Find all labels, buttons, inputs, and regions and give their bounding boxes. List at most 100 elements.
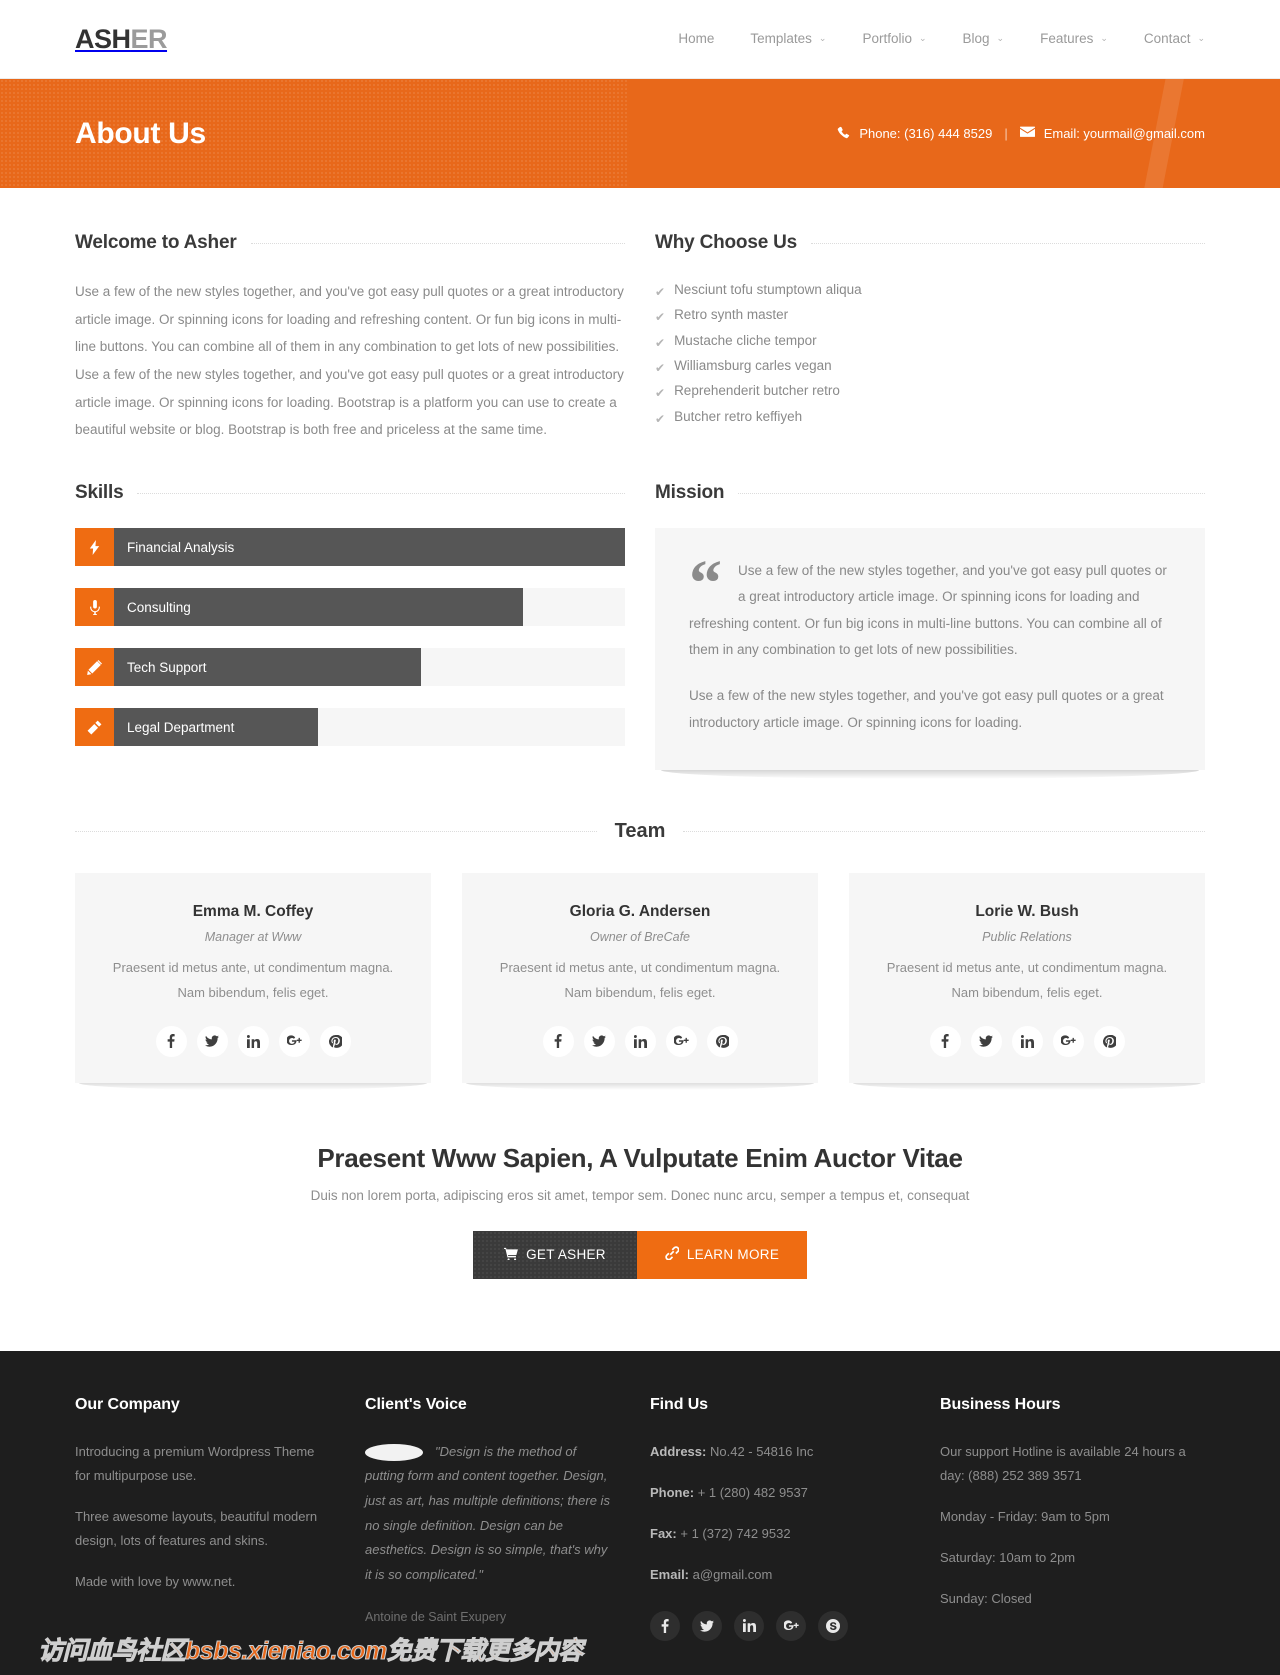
site-footer: Our Company Introducing a premium Wordpr… xyxy=(0,1350,1280,1675)
skill-label: Financial Analysis xyxy=(127,539,235,555)
email-label: Email: xyxy=(650,1566,690,1582)
welcome-body: Use a few of the new styles together, an… xyxy=(75,284,624,438)
nav-label: Home xyxy=(678,31,715,47)
why-choose-us-section: Why Choose Us ✔︎ Nesciunt tofu stumptown … xyxy=(655,232,1205,444)
cta-subtext: Duis non lorem porta, adipiscing eros si… xyxy=(310,1187,970,1203)
why-list: ✔︎ Nesciunt tofu stumptown aliqua ✔︎ Retro… xyxy=(655,278,1205,430)
mission-section: Mission “ Use a few of the new styles to… xyxy=(655,482,1205,779)
list-item: ✔︎ Retro synth master xyxy=(655,303,1205,328)
team-members: Emma M. Coffey Manager at Www Praesent i… xyxy=(75,872,1205,1090)
nav-label: Portfolio xyxy=(862,31,912,47)
pinterest-icon[interactable] xyxy=(1093,1025,1125,1057)
cta-buttons: GET ASHER LEARN MORE xyxy=(75,1230,1205,1279)
heading-rule xyxy=(250,242,625,244)
skill-track: Consulting xyxy=(114,588,625,627)
skill-label: Legal Department xyxy=(127,719,235,735)
footer-saturday-hours: Saturday: 10am to 2pm xyxy=(940,1549,1076,1565)
footer-phone: Phone: + 1 (280) 482 9537 xyxy=(650,1481,900,1505)
footer-voice-title: Client's Voice xyxy=(365,1395,467,1413)
twitter-icon[interactable] xyxy=(970,1025,1002,1057)
chevron-down-icon: ⌄ xyxy=(818,32,827,43)
skill-bar: Tech Support xyxy=(75,648,625,687)
twitter-icon[interactable] xyxy=(196,1025,228,1057)
check-circle-icon: ✔︎ xyxy=(655,335,666,350)
member-name: Lorie W. Bush xyxy=(975,902,1079,920)
mission-heading-text: Mission xyxy=(655,482,725,504)
twitter-icon[interactable] xyxy=(583,1025,615,1057)
team-section: Team Emma M. Coffey Manager at Www Praes… xyxy=(75,820,1206,1090)
footer-hours-title: Business Hours xyxy=(940,1395,1061,1413)
footer-company-title: Our Company xyxy=(75,1395,180,1413)
twitter-icon[interactable] xyxy=(692,1610,722,1641)
footer-column-business-hours: Business Hours Our support Hotline is av… xyxy=(940,1396,1205,1648)
linkedin-icon[interactable] xyxy=(1011,1025,1043,1057)
nav-item-home[interactable]: Home xyxy=(660,32,732,46)
get-asher-button[interactable]: GET ASHER xyxy=(473,1230,637,1279)
learn-more-label: LEARN MORE xyxy=(686,1247,780,1263)
nav-item-portfolio[interactable]: Portfolio ⌄ xyxy=(844,32,944,46)
list-item: ✔︎ Reprehenderit butcher retro xyxy=(655,379,1205,404)
list-item: ✔︎ Williamsburg carles vegan xyxy=(655,354,1205,379)
team-member-card: Emma M. Coffey Manager at Www Praesent i… xyxy=(75,872,431,1090)
member-role: Manager at Www xyxy=(204,929,302,944)
learn-more-button[interactable]: LEARN MORE xyxy=(637,1230,807,1279)
linkedin-icon[interactable] xyxy=(624,1025,656,1057)
heading-rule xyxy=(137,492,625,494)
footer-company-p1: Introducing a premium Wordpress Theme fo… xyxy=(75,1443,315,1483)
skills-section: Skills Financial Analysis Consulting Tec… xyxy=(75,482,625,770)
list-item: ✔︎ Mustache cliche tempor xyxy=(655,329,1205,354)
facebook-icon[interactable] xyxy=(542,1025,574,1057)
footer-address: Address: No.42 - 54816 Inc xyxy=(650,1440,900,1464)
facebook-icon[interactable] xyxy=(155,1025,187,1057)
nav-item-features[interactable]: Features ⌄ xyxy=(1022,32,1126,46)
list-item-label: Butcher retro keffiyeh xyxy=(674,408,803,424)
address-label: Address: xyxy=(650,1443,707,1459)
facebook-icon[interactable] xyxy=(929,1025,961,1057)
site-logo[interactable]: ASHER xyxy=(75,23,168,55)
logo-text-dark: ASH xyxy=(75,23,131,54)
nav-item-templates[interactable]: Templates ⌄ xyxy=(732,32,844,46)
skill-bar: Financial Analysis xyxy=(75,528,625,567)
googleplus-icon[interactable] xyxy=(665,1025,697,1057)
fax-value: + 1 (372) 742 9532 xyxy=(680,1525,791,1541)
googleplus-icon[interactable] xyxy=(278,1025,310,1057)
skill-track: Tech Support xyxy=(114,648,625,687)
pinterest-icon[interactable] xyxy=(319,1025,351,1057)
nav-item-contact[interactable]: Contact ⌄ xyxy=(1126,32,1205,46)
phone-icon xyxy=(837,126,850,142)
welcome-heading: Welcome to Asher xyxy=(75,232,625,254)
banner-separator: | xyxy=(1004,126,1008,141)
quote-icon: “ xyxy=(689,547,722,621)
googleplus-icon[interactable] xyxy=(1052,1025,1084,1057)
facebook-icon[interactable] xyxy=(650,1610,680,1641)
skype-icon[interactable] xyxy=(818,1610,848,1641)
nav-item-blog[interactable]: Blog ⌄ xyxy=(945,32,1023,46)
member-role: Public Relations xyxy=(982,929,1072,944)
page-title: About Us xyxy=(75,116,206,150)
mission-quote-box: “ Use a few of the new styles together, … xyxy=(655,528,1205,779)
footer-column-find-us: Find Us Address: No.42 - 54816 Inc Phone… xyxy=(650,1396,940,1648)
chevron-down-icon: ⌄ xyxy=(1197,32,1205,43)
check-circle-icon: ✔︎ xyxy=(655,310,666,325)
call-to-action-section: Praesent Www Sapien, A Vulputate Enim Au… xyxy=(75,1083,1205,1351)
linkedin-icon[interactable] xyxy=(237,1025,269,1057)
cta-heading: Praesent Www Sapien, A Vulputate Enim Au… xyxy=(317,1142,963,1173)
footer-column-company: Our Company Introducing a premium Wordpr… xyxy=(75,1396,365,1648)
footer-company-p2: Three awesome layouts, beautiful modern … xyxy=(75,1508,318,1548)
skill-label: Tech Support xyxy=(127,659,207,675)
microphone-icon xyxy=(75,588,114,627)
logo-text-light: ER xyxy=(130,23,168,54)
pinterest-icon[interactable] xyxy=(706,1025,738,1057)
team-heading: Team xyxy=(75,820,1206,843)
link-icon xyxy=(665,1246,680,1263)
mission-paragraph-2: Use a few of the new styles together, an… xyxy=(689,688,1164,730)
footer-email: Email: a@gmail.com xyxy=(650,1563,900,1587)
welcome-section: Welcome to Asher Use a few of the new st… xyxy=(75,232,625,444)
main-navigation: Home Templates ⌄ Portfolio ⌄ Blog ⌄ Feature… xyxy=(660,32,1205,46)
heading-rule xyxy=(683,830,1206,832)
pencil-ruler-icon xyxy=(75,648,114,687)
cart-icon xyxy=(504,1247,519,1263)
list-item-label: Mustache cliche tempor xyxy=(674,332,817,348)
linkedin-icon[interactable] xyxy=(734,1610,764,1641)
googleplus-icon[interactable] xyxy=(776,1610,806,1641)
